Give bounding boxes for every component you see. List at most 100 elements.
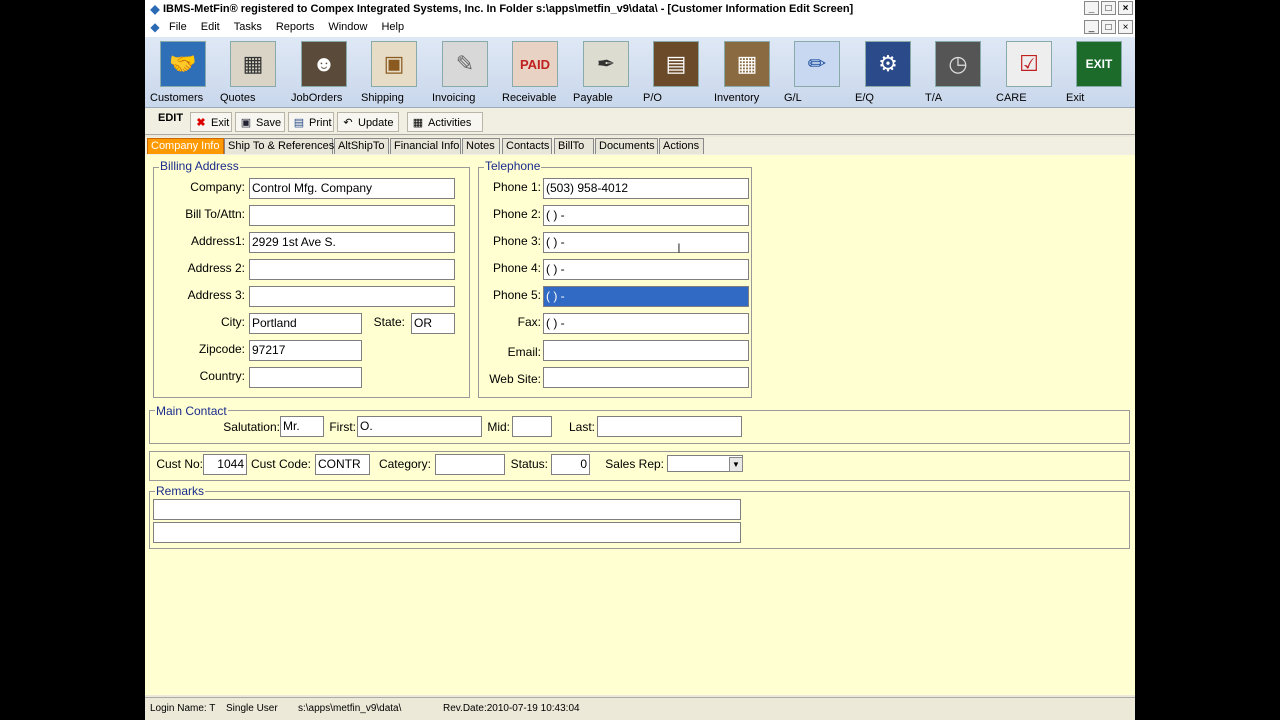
address2-label: Address 2: <box>187 261 245 275</box>
phone3-field[interactable]: ( ) - <box>543 232 749 253</box>
mid-field[interactable] <box>512 416 552 437</box>
quotes-button[interactable]: ▦ Quotes <box>220 39 286 105</box>
salutation-label: Salutation: <box>223 420 280 434</box>
country-label: Country: <box>199 369 245 383</box>
status-field[interactable]: 0 <box>551 454 590 475</box>
customers-button[interactable]: 🤝 Customers <box>150 39 216 105</box>
salutation-field[interactable]: Mr. <box>280 416 324 437</box>
custno-field[interactable]: 1044 <box>203 454 247 475</box>
menu-file[interactable]: File <box>169 21 187 33</box>
menu-edit[interactable]: Edit <box>201 21 220 33</box>
po-button[interactable]: ▤ P/O <box>643 39 709 105</box>
fax-field[interactable]: ( ) - <box>543 313 749 334</box>
phone2-field[interactable]: ( ) - <box>543 205 749 226</box>
tab-altshipto[interactable]: AltShipTo <box>334 138 389 154</box>
edit-print-button[interactable]: ▤ Print <box>288 112 334 132</box>
module-toolbar: 🤝 Customers ▦ Quotes ☻ JobOrders ▣ Shipp… <box>145 37 1135 108</box>
child-minimize-button[interactable]: _ <box>1084 20 1099 34</box>
fax-label: Fax: <box>517 315 541 329</box>
edit-update-button[interactable]: ↶ Update <box>337 112 399 132</box>
tab-ship-to-references[interactable]: Ship To & References <box>224 138 334 154</box>
edit-exit-button[interactable]: ✖ Exit <box>190 112 232 132</box>
minimize-button[interactable]: _ <box>1084 1 1099 15</box>
category-field[interactable] <box>435 454 505 475</box>
user-mode: Single User <box>226 703 278 714</box>
billto-label: Bill To/Attn: <box>185 207 245 221</box>
tab-strip: Company Info Ship To & References AltShi… <box>145 137 1135 155</box>
warehouse-icon: ▤ <box>653 41 699 87</box>
address3-field[interactable] <box>249 286 455 307</box>
payable-button[interactable]: ✒ Payable <box>573 39 639 105</box>
tab-financial-info[interactable]: Financial Info <box>390 138 461 154</box>
shipping-button[interactable]: ▣ Shipping <box>361 39 427 105</box>
ta-button[interactable]: ◷ T/A <box>925 39 991 105</box>
category-label: Category: <box>378 457 431 471</box>
phone5-label: Phone 5: <box>492 288 541 302</box>
custcode-field[interactable]: CONTR <box>315 454 370 475</box>
billto-field[interactable] <box>249 205 455 226</box>
child-maximize-button[interactable]: □ <box>1101 20 1116 34</box>
joborders-button[interactable]: ☻ JobOrders <box>291 39 357 105</box>
rev-date: Rev.Date:2010-07-19 10:43:04 <box>443 703 580 714</box>
email-field[interactable] <box>543 340 749 361</box>
company-label: Company: <box>190 180 245 194</box>
telephone-group <box>478 167 752 398</box>
remarks-legend: Remarks <box>155 484 206 498</box>
country-field[interactable] <box>249 367 362 388</box>
gl-button[interactable]: ✏ G/L <box>784 39 850 105</box>
city-label: City: <box>221 315 245 329</box>
city-field[interactable]: Portland <box>249 313 362 334</box>
phone5-field[interactable]: ( ) - <box>543 286 749 307</box>
activities-icon: ▦ <box>412 117 424 129</box>
edit-save-button[interactable]: ▣ Save <box>235 112 285 132</box>
menu-reports[interactable]: Reports <box>276 21 315 33</box>
window-title: IBMS-MetFin® registered to Compex Integr… <box>163 3 854 15</box>
remarks-line2-field[interactable] <box>153 522 741 543</box>
first-name-field[interactable]: O. <box>357 416 482 437</box>
company-field[interactable]: Control Mfg. Company <box>249 178 455 199</box>
edit-toolbar: EDIT ✖ Exit ▣ Save ▤ Print ↶ Update ▦ Activit… <box>145 108 1135 135</box>
tab-notes[interactable]: Notes <box>462 138 500 154</box>
child-close-button[interactable]: × <box>1118 20 1133 34</box>
status-label: Status: <box>510 457 548 471</box>
custno-label: Cust No: <box>156 457 203 471</box>
mid-label: Mid: <box>487 420 510 434</box>
invoicing-button[interactable]: ✎ Invoicing <box>432 39 498 105</box>
tab-contacts[interactable]: Contacts <box>502 138 552 154</box>
state-field[interactable]: OR <box>411 313 455 334</box>
edit-activities-button[interactable]: ▦ Activities <box>407 112 483 132</box>
address1-field[interactable]: 2929 1st Ave S. <box>249 232 455 253</box>
handshake-icon: 🤝 <box>160 41 206 87</box>
inventory-button[interactable]: ▦ Inventory <box>714 39 780 105</box>
app-window: ◆ IBMS-MetFin® registered to Compex Inte… <box>145 0 1135 720</box>
phone1-field[interactable]: (503) 958-4012 <box>543 178 749 199</box>
care-button[interactable]: ☑ CARE <box>996 39 1062 105</box>
close-button[interactable]: × <box>1118 1 1133 15</box>
menu-help[interactable]: Help <box>381 21 404 33</box>
undo-arrow-icon: ↶ <box>343 117 353 129</box>
menu-window[interactable]: Window <box>328 21 367 33</box>
menu-tasks[interactable]: Tasks <box>234 21 262 33</box>
remarks-line1-field[interactable] <box>153 499 741 520</box>
eq-button[interactable]: ⚙ E/Q <box>855 39 921 105</box>
tab-company-info[interactable]: Company Info <box>147 138 224 154</box>
first-name-label: First: <box>329 420 356 434</box>
tab-actions[interactable]: Actions <box>659 138 704 154</box>
tab-billto[interactable]: BillTo <box>554 138 594 154</box>
last-name-field[interactable] <box>597 416 742 437</box>
address2-field[interactable] <box>249 259 455 280</box>
telephone-legend: Telephone <box>484 159 542 173</box>
maximize-button[interactable]: □ <box>1101 1 1116 15</box>
exit-button[interactable]: EXIT Exit <box>1066 39 1132 105</box>
receivable-button[interactable]: PAID Receivable <box>502 39 568 105</box>
text-cursor-icon: I <box>677 240 681 256</box>
zipcode-field[interactable]: 97217 <box>249 340 362 361</box>
paid-stamp-icon: PAID <box>512 41 558 87</box>
chevron-down-icon[interactable]: ▼ <box>729 457 743 472</box>
address3-label: Address 3: <box>187 288 245 302</box>
website-field[interactable] <box>543 367 749 388</box>
phone4-field[interactable]: ( ) - <box>543 259 749 280</box>
menu-bar: ◆ File Edit Tasks Reports Window Help _ … <box>145 18 1135 38</box>
floppy-disk-icon: ▣ <box>240 117 252 129</box>
tab-documents[interactable]: Documents <box>595 138 658 154</box>
